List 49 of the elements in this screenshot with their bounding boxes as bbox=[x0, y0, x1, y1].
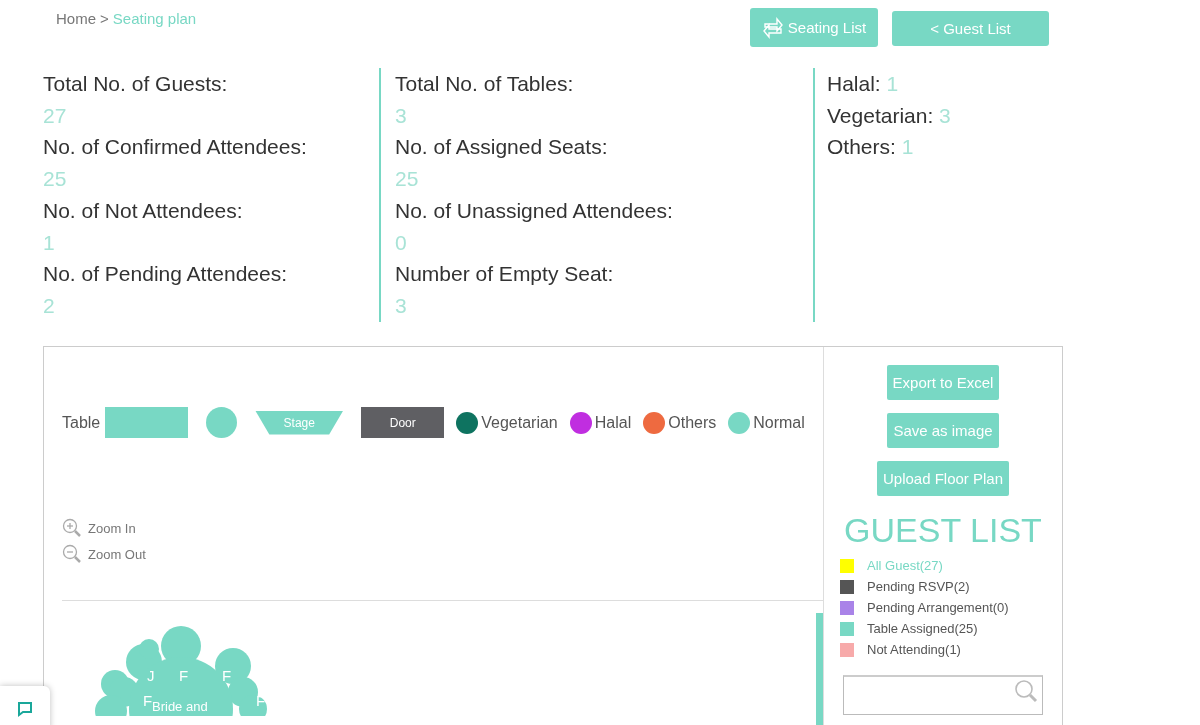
stat-label: No. of Not Attendees: bbox=[43, 197, 244, 224]
stat-label: No. of Pending Attendees: bbox=[43, 261, 288, 288]
stat-value: 3 bbox=[395, 292, 408, 319]
chat-button[interactable] bbox=[0, 686, 50, 725]
zoom-out-icon[interactable] bbox=[62, 544, 82, 564]
zoom-in-icon[interactable] bbox=[62, 518, 82, 538]
stat-label: Total No. of Tables: bbox=[395, 71, 575, 97]
stat-value: 27 bbox=[43, 102, 68, 129]
zoom-out-label[interactable]: Zoom Out bbox=[88, 546, 146, 562]
stat-value: 25 bbox=[43, 166, 68, 193]
breadcrumb-current: Seating plan bbox=[112, 10, 197, 29]
guest-filter[interactable]: Pending Arrangement(0) bbox=[867, 600, 1009, 615]
stat-value: 25 bbox=[395, 166, 420, 193]
stat-label: No. of Unassigned Attendees: bbox=[395, 197, 674, 224]
stat-label: No. of Confirmed Attendees: bbox=[43, 134, 308, 161]
search-field[interactable] bbox=[843, 675, 1043, 715]
guest-filter[interactable]: Table Assigned(25) bbox=[867, 621, 978, 636]
swap-arrows-icon bbox=[761, 14, 784, 41]
chat-bubble-icon bbox=[16, 699, 34, 718]
diet-count: Others: 1 bbox=[827, 134, 915, 161]
stat-label: Number of Empty Seat: bbox=[395, 261, 615, 288]
stat-value: 1 bbox=[43, 229, 56, 256]
diet-label: Vegetarian bbox=[481, 413, 558, 432]
diet-count: Halal: 1 bbox=[827, 71, 900, 97]
guest-filter[interactable]: Pending RSVP(2) bbox=[867, 579, 970, 594]
legend-label: Table bbox=[62, 413, 101, 432]
diet-label: Halal bbox=[594, 413, 632, 432]
diet-count: Vegetarian: 3 bbox=[827, 102, 951, 129]
door-shape[interactable]: Door bbox=[361, 407, 445, 438]
zoom-in-label[interactable]: Zoom In bbox=[88, 520, 136, 536]
seat-initial: F bbox=[143, 692, 153, 709]
breadcrumb-separator: > bbox=[100, 10, 109, 29]
breadcrumb-home-link[interactable]: Home bbox=[56, 10, 96, 56]
rectangle-table-shape[interactable] bbox=[105, 407, 189, 438]
seat-initial: F bbox=[222, 667, 232, 684]
stat-label: No. of Assigned Seats: bbox=[395, 134, 609, 161]
diet-label: Others bbox=[668, 413, 717, 432]
stat-value: 3 bbox=[395, 102, 408, 129]
seat-initial: J bbox=[147, 667, 155, 684]
search-icon bbox=[1014, 679, 1038, 703]
guest-list-title: GUEST LIST bbox=[844, 511, 1042, 550]
stat-label: Total No. of Guests: bbox=[43, 71, 229, 97]
diet-label: Normal bbox=[753, 413, 805, 432]
stat-value: 2 bbox=[43, 292, 56, 319]
stat-value: 0 bbox=[395, 229, 408, 256]
round-table-shape[interactable] bbox=[206, 407, 238, 438]
seat-initial: F bbox=[179, 667, 189, 684]
table-name: Bride and bbox=[152, 699, 208, 714]
guest-filter[interactable]: Not Attending(1) bbox=[867, 642, 961, 657]
